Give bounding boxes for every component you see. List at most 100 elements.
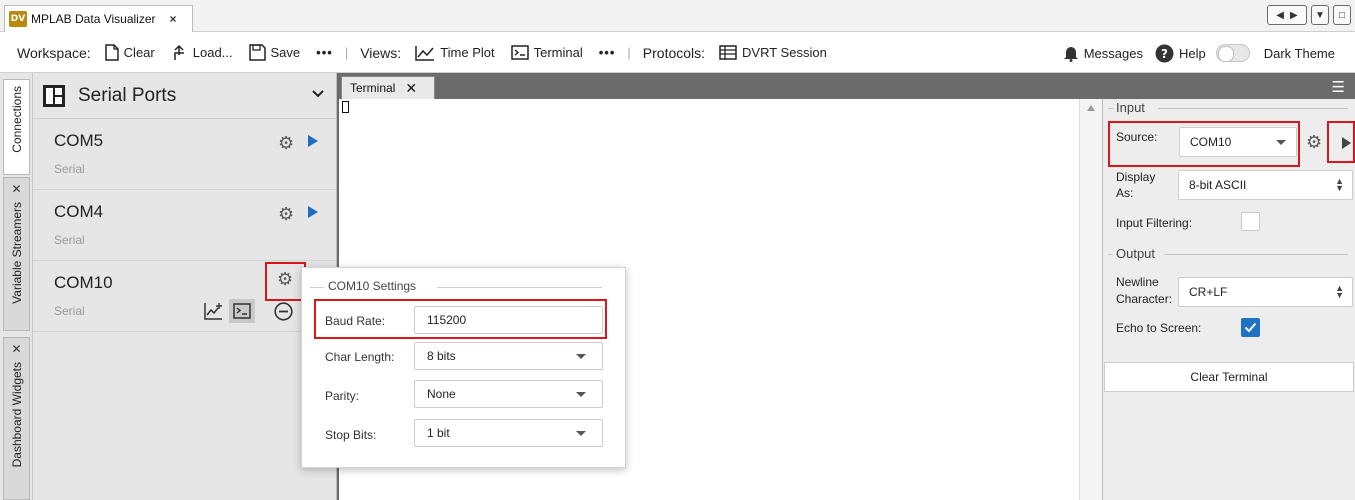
maximize-icon[interactable]: □ (1333, 5, 1351, 25)
hamburger-menu-icon[interactable]: ☰ (1332, 78, 1345, 96)
echo-to-screen-label: Echo to Screen: (1116, 321, 1202, 335)
scroll-up-icon[interactable] (1087, 105, 1095, 111)
close-icon[interactable]: ✕ (405, 80, 417, 97)
views-label: Views: (360, 44, 402, 61)
load-button[interactable]: Load... (171, 44, 233, 61)
terminal-icon[interactable] (229, 299, 255, 323)
app-tab-bar: DV MPLAB Data Visualizer × ◀ ▶ ▼ □ (0, 0, 1355, 32)
toolbar-separator: | (627, 45, 631, 60)
display-as-label-line1: Display (1116, 170, 1156, 184)
tab-scroll-buttons[interactable]: ◀ ▶ (1267, 5, 1307, 25)
app-tab-close-icon[interactable]: × (170, 12, 177, 26)
newline-label-line1: Newline (1116, 275, 1159, 289)
tab-connections[interactable]: Connections (3, 79, 30, 175)
check-icon (1244, 322, 1257, 333)
tab-terminal-label: Terminal (350, 81, 396, 95)
port-type: Serial (54, 233, 85, 247)
tab-list-dropdown-icon[interactable]: ▼ (1311, 5, 1329, 25)
main-toolbar: Workspace: Clear Load... Save ••• | View… (0, 33, 1355, 73)
port-name: COM5 (54, 131, 104, 150)
help-button[interactable]: ? Help (1155, 44, 1206, 63)
newline-character-select[interactable]: CR+LF ▲ ▼ (1178, 277, 1353, 307)
parity-select[interactable]: None (414, 380, 603, 408)
tab-dashboard-widgets-label: Dashboard Widgets (9, 362, 24, 468)
newline-label-line2: Character: (1116, 292, 1173, 306)
close-icon[interactable]: ✕ (11, 342, 21, 356)
save-button[interactable]: Save (248, 44, 301, 61)
highlight-baud-rate (314, 299, 607, 339)
scroll-right-icon[interactable]: ▶ (1290, 10, 1298, 21)
highlight-com10-gear (265, 262, 306, 301)
dark-theme-label: Dark Theme (1263, 45, 1335, 61)
group-divider (1165, 254, 1348, 255)
protocols-label: Protocols: (642, 44, 706, 61)
port-type: Serial (54, 304, 85, 318)
app-tab-title: MPLAB Data Visualizer (31, 12, 156, 26)
chevron-down-icon[interactable] (311, 86, 325, 100)
toolbar-right: Messages ? Help Dark Theme (1063, 33, 1335, 73)
char-length-value: 8 bits (427, 349, 456, 363)
serial-ports-header[interactable]: Serial Ports (33, 73, 337, 119)
stop-bits-label: Stop Bits: (325, 428, 377, 442)
port-name: COM10 (54, 273, 113, 292)
chevron-down-icon (576, 431, 586, 436)
group-divider (1158, 108, 1348, 109)
save-label: Save (270, 45, 301, 60)
output-group-title: Output (1113, 246, 1159, 261)
messages-label: Messages (1083, 45, 1143, 61)
disconnect-icon[interactable] (274, 302, 293, 321)
up-down-icon: ▲ ▼ (1335, 283, 1344, 300)
gear-icon[interactable]: ⚙ (1306, 132, 1322, 153)
toolbar-separator: | (344, 45, 349, 60)
views-more-icon[interactable]: ••• (599, 45, 616, 60)
time-plot-button[interactable]: Time Plot (415, 45, 495, 61)
gear-icon[interactable]: ⚙ (278, 133, 294, 154)
app-tab[interactable]: DV MPLAB Data Visualizer × (4, 5, 193, 32)
close-icon[interactable]: ✕ (11, 182, 21, 196)
help-icon: ? (1155, 44, 1174, 62)
app-logo-icon: DV (9, 11, 27, 27)
clear-button[interactable]: Clear (104, 44, 155, 61)
terminal-label: Terminal (533, 45, 583, 60)
add-plot-icon[interactable] (204, 302, 224, 320)
echo-to-screen-checkbox[interactable] (1241, 318, 1260, 337)
terminal-button[interactable]: Terminal (510, 45, 583, 60)
tab-variable-streamers[interactable]: ✕ Variable Streamers (3, 177, 30, 331)
char-length-label: Char Length: (325, 350, 395, 364)
bell-icon (1063, 46, 1078, 62)
display-as-label-line2: As: (1116, 186, 1134, 200)
terminal-icon (510, 45, 529, 60)
port-item-com4[interactable]: COM4 Serial ⚙ (33, 190, 337, 261)
clear-terminal-button[interactable]: Clear Terminal (1104, 362, 1354, 392)
input-filtering-label: Input Filtering: (1116, 216, 1193, 230)
port-name: COM4 (54, 202, 104, 221)
window-controls: ◀ ▶ ▼ □ (1267, 5, 1351, 25)
stop-bits-select[interactable]: 1 bit (414, 419, 603, 447)
play-icon[interactable] (308, 206, 318, 218)
help-label: Help (1178, 45, 1206, 61)
input-filtering-checkbox[interactable] (1241, 212, 1260, 231)
messages-button[interactable]: Messages (1063, 45, 1143, 62)
play-icon[interactable] (308, 135, 318, 147)
com10-settings-popup: COM10 Settings Baud Rate: 115200 Char Le… (301, 267, 626, 468)
svg-text:?: ? (1161, 47, 1168, 61)
port-item-com5[interactable]: COM5 Serial ⚙ (33, 119, 337, 190)
workspace-label: Workspace: (17, 44, 91, 61)
dvrt-session-button[interactable]: DVRT Session (719, 45, 827, 60)
tab-dashboard-widgets[interactable]: ✕ Dashboard Widgets (3, 337, 30, 500)
highlight-connect-play (1327, 121, 1355, 163)
chevron-down-icon (576, 354, 586, 359)
terminal-scrollbar[interactable] (1079, 99, 1102, 500)
input-group-title: Input (1113, 100, 1148, 115)
panel-layout-icon (43, 84, 65, 107)
workspace-more-icon[interactable]: ••• (316, 45, 333, 60)
dark-theme-toggle[interactable] (1215, 44, 1250, 62)
scroll-left-icon[interactable]: ◀ (1276, 10, 1284, 21)
tab-terminal[interactable]: Terminal ✕ (341, 76, 435, 99)
tab-variable-streamers-label: Variable Streamers (9, 202, 24, 304)
clear-label: Clear (123, 45, 155, 60)
display-as-select[interactable]: 8-bit ASCII ▲ ▼ (1178, 170, 1353, 200)
settings-popup-title: COM10 Settings (325, 279, 420, 293)
char-length-select[interactable]: 8 bits (414, 342, 603, 370)
gear-icon[interactable]: ⚙ (278, 204, 294, 225)
